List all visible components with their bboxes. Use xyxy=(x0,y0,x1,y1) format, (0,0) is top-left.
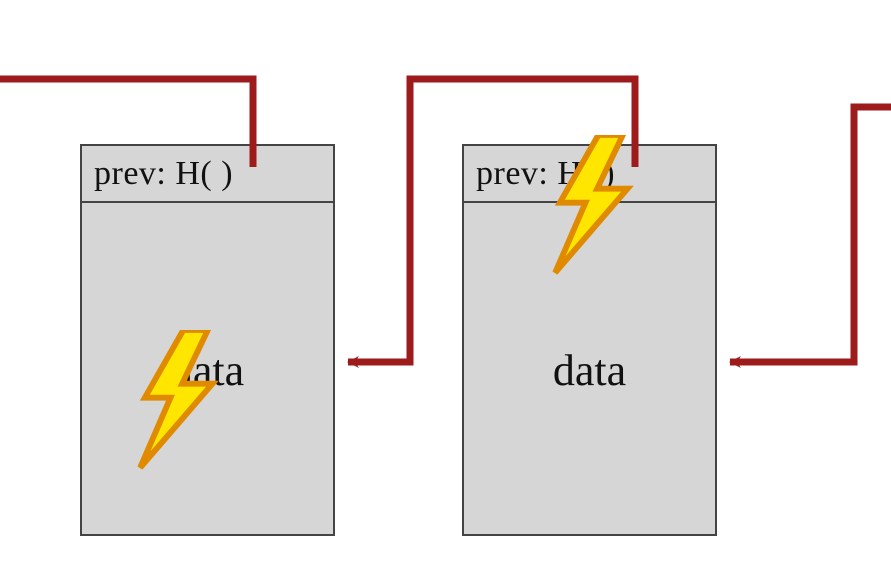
block-body: data xyxy=(464,203,715,538)
prev-hash-label: prev: H( ) xyxy=(94,155,233,193)
block-body: data xyxy=(82,203,333,538)
block-data-label: data xyxy=(171,345,244,396)
prev-hash-label: prev: H( ) xyxy=(476,155,615,193)
hash-block-2: prev: H( ) data xyxy=(462,144,717,536)
block-header: prev: H( ) xyxy=(464,146,715,203)
wire-right-to-block2 xyxy=(730,107,891,362)
block-data-label: data xyxy=(553,345,626,396)
hash-block-1: prev: H( ) data xyxy=(80,144,335,536)
block-header: prev: H( ) xyxy=(82,146,333,203)
